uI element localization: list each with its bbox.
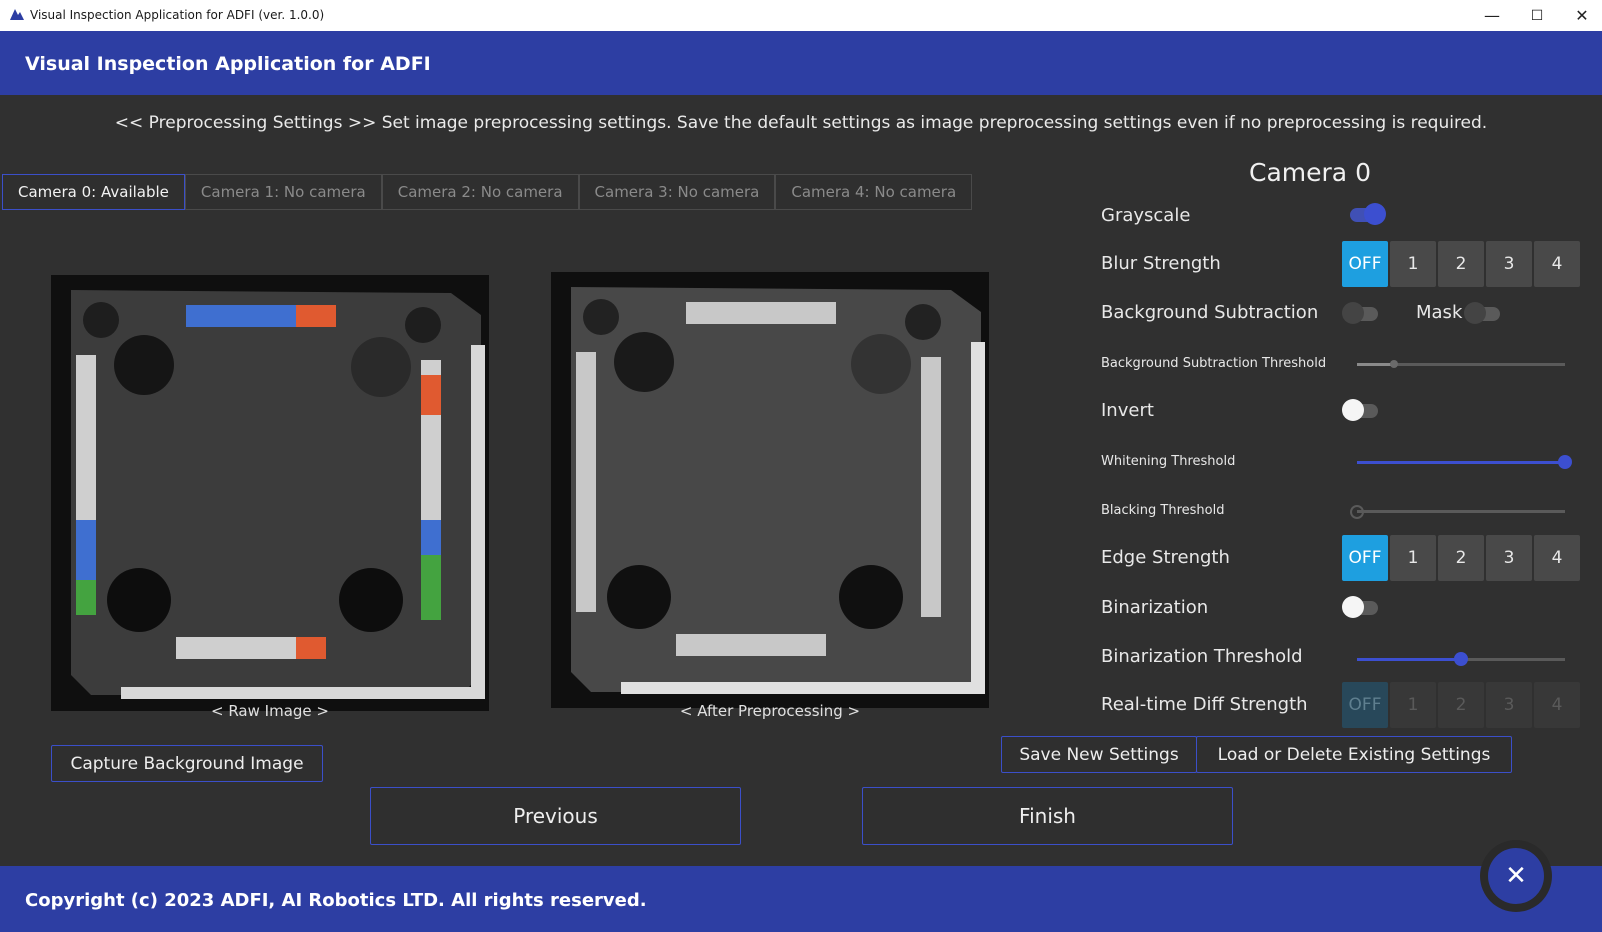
blacking-threshold-label: Blacking Threshold	[1101, 503, 1225, 518]
app-header: Visual Inspection Application for ADFI	[0, 31, 1602, 95]
minimize-icon: —	[1484, 6, 1500, 25]
realtime-diff-strength-selector: OFF 1 2 3 4	[1342, 682, 1582, 728]
grayscale-label: Grayscale	[1101, 205, 1191, 226]
raw-image	[51, 275, 489, 711]
finish-button[interactable]: Finish	[862, 787, 1233, 845]
camera-tabs: Camera 0: Available Camera 1: No camera …	[2, 174, 973, 210]
tab-camera-2[interactable]: Camera 2: No camera	[381, 174, 579, 210]
window-titlebar: Visual Inspection Application for ADFI (…	[0, 0, 1602, 31]
background-subtraction-label: Background Subtraction	[1101, 302, 1319, 323]
binarization-label: Binarization	[1101, 597, 1209, 618]
blur-strength-label: Blur Strength	[1101, 253, 1221, 274]
blur-option-4[interactable]: 4	[1534, 241, 1580, 287]
background-subtraction-threshold-label: Background Subtraction Threshold	[1101, 356, 1327, 371]
processed-image	[551, 272, 989, 708]
realtime-option-off[interactable]: OFF	[1342, 682, 1388, 728]
tab-camera-3[interactable]: Camera 3: No camera	[578, 174, 776, 210]
realtime-option-2[interactable]: 2	[1438, 682, 1484, 728]
mask-toggle[interactable]	[1464, 302, 1500, 324]
edge-strength-label: Edge Strength	[1101, 547, 1230, 568]
minimize-button[interactable]: —	[1469, 0, 1515, 31]
realtime-diff-strength-label: Real-time Diff Strength	[1101, 694, 1308, 715]
raw-image-caption: < Raw Image >	[211, 702, 329, 720]
close-fab[interactable]: ✕	[1480, 840, 1552, 912]
invert-toggle[interactable]	[1342, 399, 1378, 421]
background-subtraction-toggle[interactable]	[1342, 302, 1378, 324]
realtime-option-4[interactable]: 4	[1534, 682, 1580, 728]
processed-image-caption: < After Preprocessing >	[679, 702, 861, 720]
save-new-settings-button[interactable]: Save New Settings	[1001, 736, 1197, 773]
realtime-option-1[interactable]: 1	[1390, 682, 1436, 728]
invert-label: Invert	[1101, 400, 1154, 421]
edge-option-off[interactable]: OFF	[1342, 535, 1388, 581]
maximize-icon: ☐	[1530, 7, 1544, 24]
tab-camera-4[interactable]: Camera 4: No camera	[775, 174, 973, 210]
binarization-threshold-slider[interactable]	[1357, 651, 1565, 667]
blur-option-3[interactable]: 3	[1486, 241, 1532, 287]
maximize-button[interactable]: ☐	[1514, 0, 1560, 31]
tab-camera-1[interactable]: Camera 1: No camera	[184, 174, 382, 210]
grayscale-toggle[interactable]	[1350, 203, 1386, 225]
blur-option-2[interactable]: 2	[1438, 241, 1484, 287]
window-title: Visual Inspection Application for ADFI (…	[30, 8, 325, 22]
close-icon: ✕	[1575, 6, 1589, 25]
copyright-text: Copyright (c) 2023 ADFI, AI Robotics LTD…	[25, 890, 647, 911]
blacking-threshold-slider[interactable]	[1350, 503, 1565, 519]
background-subtraction-threshold-slider[interactable]	[1357, 356, 1565, 372]
tab-camera-0[interactable]: Camera 0: Available	[2, 174, 185, 210]
close-fab-icon: ✕	[1488, 848, 1544, 904]
whitening-threshold-slider[interactable]	[1357, 454, 1572, 470]
close-window-button[interactable]: ✕	[1559, 0, 1602, 31]
load-delete-settings-button[interactable]: Load or Delete Existing Settings	[1196, 736, 1512, 773]
blur-option-off[interactable]: OFF	[1342, 241, 1388, 287]
previous-button[interactable]: Previous	[370, 787, 741, 845]
whitening-threshold-label: Whitening Threshold	[1101, 454, 1236, 469]
app-footer: Copyright (c) 2023 ADFI, AI Robotics LTD…	[0, 866, 1602, 932]
edge-option-4[interactable]: 4	[1534, 535, 1580, 581]
app-title: Visual Inspection Application for ADFI	[25, 53, 431, 75]
instruction-text: << Preprocessing Settings >> Set image p…	[114, 113, 1488, 133]
binarization-threshold-label: Binarization Threshold	[1101, 646, 1303, 667]
app-logo-icon	[10, 9, 24, 20]
camera-settings-title: Camera 0	[1249, 158, 1371, 187]
processed-image-board	[551, 272, 989, 708]
blur-strength-selector: OFF 1 2 3 4	[1342, 241, 1582, 287]
edge-option-3[interactable]: 3	[1486, 535, 1532, 581]
edge-option-1[interactable]: 1	[1390, 535, 1436, 581]
capture-background-button[interactable]: Capture Background Image	[51, 745, 323, 782]
edge-strength-selector: OFF 1 2 3 4	[1342, 535, 1582, 581]
mask-label: Mask	[1416, 302, 1463, 323]
edge-option-2[interactable]: 2	[1438, 535, 1484, 581]
raw-image-board	[51, 275, 489, 711]
blur-option-1[interactable]: 1	[1390, 241, 1436, 287]
realtime-option-3[interactable]: 3	[1486, 682, 1532, 728]
binarization-toggle[interactable]	[1342, 596, 1378, 618]
